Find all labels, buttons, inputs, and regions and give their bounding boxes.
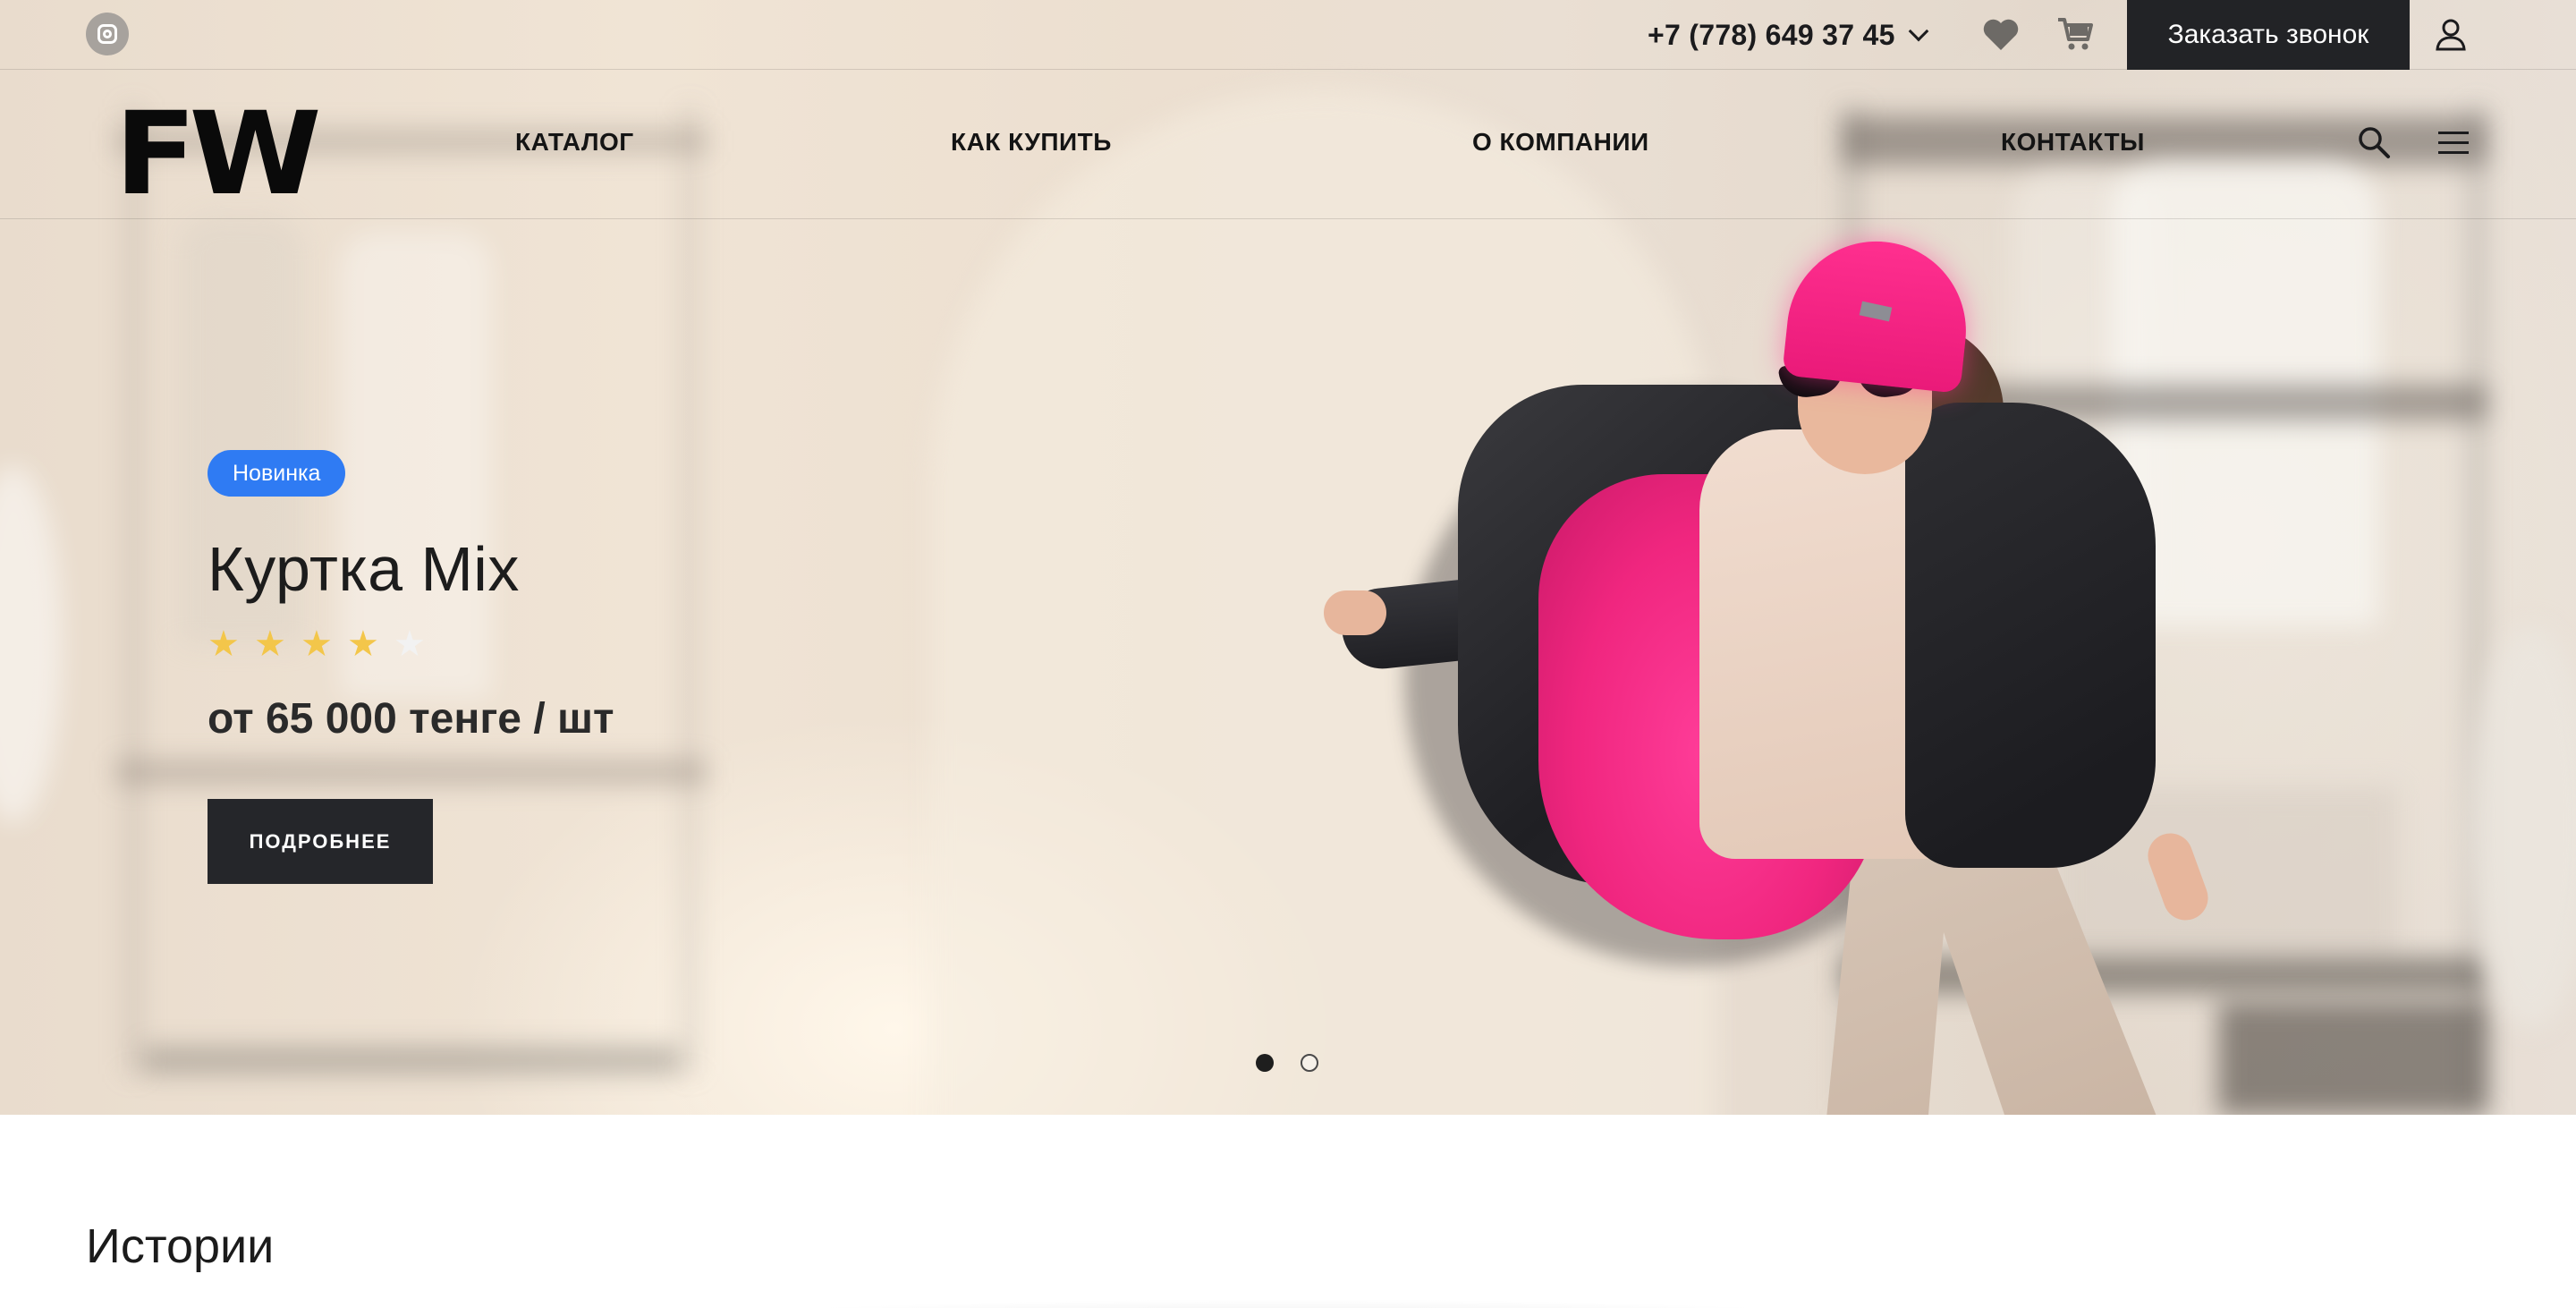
top-bar: +7 (778) 649 37 45 Заказать звонок <box>0 0 2576 70</box>
hero-model-image <box>1324 224 2254 1115</box>
chevron-down-icon <box>1908 21 1929 42</box>
nav-link-contacts[interactable]: КОНТАКТЫ <box>2001 128 2145 157</box>
model-jacket <box>1905 403 2156 868</box>
star-icon: ★ <box>301 624 333 664</box>
product-title: Куртка Mix <box>208 534 520 604</box>
phone-number: +7 (778) 649 37 45 <box>1648 18 1895 51</box>
phone-dropdown[interactable]: +7 (778) 649 37 45 <box>1648 16 1929 54</box>
stories-carousel-edge <box>501 1270 2075 1308</box>
nav-link-about[interactable]: О КОМПАНИИ <box>1472 128 1649 157</box>
new-badge: Новинка <box>208 450 346 497</box>
star-empty-icon: ★ <box>394 624 426 664</box>
slider-dot-1[interactable] <box>1256 1054 1274 1072</box>
star-icon: ★ <box>254 624 286 664</box>
rating-stars: ★ ★ ★ ★ ★ <box>208 624 426 664</box>
details-button[interactable]: ПОДРОБНЕЕ <box>208 799 433 884</box>
background-shelf-bar <box>143 1047 680 1074</box>
callback-button[interactable]: Заказать звонок <box>2127 0 2410 70</box>
heart-icon[interactable] <box>1982 18 2020 52</box>
search-icon[interactable] <box>2356 124 2392 160</box>
product-price: от 65 000 тенге / шт <box>208 695 614 743</box>
user-icon[interactable] <box>2433 16 2469 52</box>
main-navigation: FW КАТАЛОГ КАК КУПИТЬ О КОМПАНИИ КОНТАКТ… <box>0 71 2576 219</box>
site-logo[interactable]: FW <box>114 98 322 212</box>
stories-heading: Истории <box>86 1219 275 1273</box>
instagram-icon[interactable] <box>86 13 129 55</box>
star-icon: ★ <box>347 624 379 664</box>
model-hand <box>2141 827 2215 927</box>
background-floor-item <box>2218 1002 2487 1115</box>
background-plant <box>0 465 63 823</box>
slider-dot-2[interactable] <box>1301 1054 1318 1072</box>
slider-pagination <box>1256 1054 1318 1072</box>
star-icon: ★ <box>208 624 240 664</box>
background-shelf-bar <box>116 760 707 784</box>
cart-icon[interactable] <box>2055 14 2095 54</box>
hamburger-menu-icon[interactable] <box>2438 130 2469 155</box>
nav-link-how-to-buy[interactable]: КАК КУПИТЬ <box>951 128 1112 157</box>
nav-link-catalog[interactable]: КАТАЛОГ <box>515 128 634 157</box>
model-hand <box>1324 590 1386 635</box>
